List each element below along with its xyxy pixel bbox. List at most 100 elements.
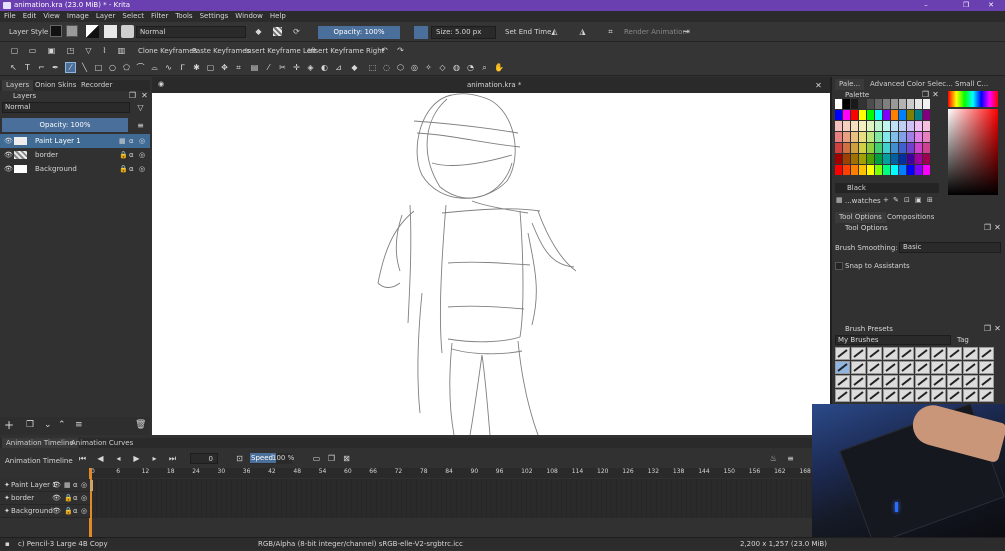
palette-grid[interactable] [835,99,935,183]
new-document-icon[interactable]: ▢ [10,46,19,55]
close-docker-icon[interactable]: ✕ [993,324,1002,333]
palette-swatch[interactable] [891,110,898,120]
calligraphy-icon[interactable]: ✒ [51,63,60,72]
float-docker-icon[interactable]: ❐ [128,91,137,100]
palette-swatch[interactable] [859,99,866,109]
timeline-brush-icon[interactable]: ♨ [769,454,778,463]
bezier-tool-icon[interactable]: ⌓ [150,63,159,72]
next-keyframe-icon[interactable]: ▸ [150,454,159,463]
palette-swatch[interactable] [883,143,890,153]
palette-swatch[interactable] [843,154,850,164]
brush-preset[interactable] [835,347,850,360]
zoom-fit-icon[interactable]: ⊡ [235,454,244,463]
palette-swatch[interactable] [915,165,922,175]
rect-select-icon[interactable]: ⬚ [368,63,377,72]
palette-swatch[interactable] [843,99,850,109]
menu-image[interactable]: Image [67,12,89,20]
palette-swatch[interactable] [835,165,842,175]
brush-preset[interactable] [915,347,930,360]
palette-swatch[interactable] [835,99,842,109]
alpha-icon[interactable]: α [129,148,134,162]
brush-preset[interactable] [947,389,962,402]
tag-label[interactable]: Tag [957,336,969,344]
palette-swatch[interactable] [875,143,882,153]
onion-icon[interactable]: ◎ [81,492,87,505]
menu-edit[interactable]: Edit [23,12,37,20]
palette-swatch[interactable] [859,165,866,175]
tab-tool-options[interactable]: Tool Options [835,212,886,223]
palette-swatch[interactable] [851,121,858,131]
brush-preset[interactable] [899,347,914,360]
brush-preset[interactable] [899,375,914,388]
palette-swatch[interactable] [851,143,858,153]
drawing-canvas[interactable] [152,93,830,436]
freehand-path-icon[interactable]: ∿ [164,63,173,72]
palette-swatch[interactable] [899,165,906,175]
close-docker-icon[interactable]: ✕ [931,90,940,99]
brush-preset[interactable] [835,389,850,402]
palette-swatch[interactable] [859,154,866,164]
palette-swatch[interactable] [883,132,890,142]
brush-preset[interactable] [979,347,994,360]
brush-preset[interactable] [835,375,850,388]
brush-preset[interactable] [963,347,978,360]
palette-swatch[interactable] [923,121,930,131]
alpha-icon[interactable]: α [73,479,78,492]
current-brush[interactable]: c) Pencil-3 Large 4B Copy [18,538,108,551]
prev-frame-icon[interactable]: ◀ [96,454,105,463]
brush-preset[interactable] [899,361,914,374]
timeline-menu-icon[interactable]: ≡ [786,454,795,463]
onion-skin-icon[interactable]: ❐ [327,454,336,463]
palette-swatch[interactable] [907,132,914,142]
fill-tool-icon[interactable]: ◈ [306,63,315,72]
palette-swatch[interactable] [875,165,882,175]
palette-swatch[interactable] [859,110,866,120]
onion-icon[interactable]: ◎ [139,162,145,176]
brush-preset[interactable] [915,389,930,402]
brush-size-slider[interactable]: Size: 5.00 px [431,26,496,39]
brush-preset[interactable] [915,361,930,374]
brush-preset[interactable] [963,375,978,388]
palette-swatch[interactable] [899,143,906,153]
frame-spinbox[interactable]: 0 [190,453,218,464]
palette-swatch[interactable] [899,121,906,131]
tab-animation-curves[interactable]: Animation Curves [67,438,137,448]
menu-window[interactable]: Window [235,12,263,20]
edit-shapes-icon[interactable]: ⌐ [37,63,46,72]
pan-tool-icon[interactable]: ✋ [494,63,504,72]
open-folder-icon[interactable]: ▭ [28,46,37,55]
palette-swatch[interactable] [843,132,850,142]
palette-swatch[interactable] [851,110,858,120]
magnetic-select-icon[interactable]: ◔ [466,63,475,72]
brush-preset[interactable] [979,375,994,388]
menu-view[interactable]: View [43,12,60,20]
text-tool-icon[interactable]: T [23,63,32,72]
palette-swatch[interactable] [867,132,874,142]
brush-preset[interactable] [979,361,994,374]
palette-swatch[interactable] [923,143,930,153]
eye-icon[interactable]: 👁 [4,134,13,148]
multibrush-icon[interactable]: ✱ [192,63,201,72]
alpha-icon[interactable]: α [73,505,78,518]
brush-preset[interactable] [947,347,962,360]
brush-preset[interactable] [883,375,898,388]
palette-swatch[interactable] [915,143,922,153]
audio-icon[interactable]: ⊠ [342,454,351,463]
palette-swatch[interactable] [899,99,906,109]
minimize-button[interactable]: – [912,0,940,11]
reference-tool-icon[interactable]: ◆ [350,63,359,72]
smart-patch-icon[interactable]: ✂ [278,63,287,72]
menu-filter[interactable]: Filter [151,12,168,20]
insert-keyframe-left-button[interactable]: Insert Keyframe Left [245,47,316,55]
palette-swatch[interactable] [891,154,898,164]
lock-icon[interactable]: 🔒 [119,148,128,162]
brush-preset[interactable] [899,389,914,402]
palette-swatch[interactable] [899,132,906,142]
small-color-selector[interactable] [945,89,1003,197]
trash-icon[interactable]: ▥ [117,46,126,55]
alpha-icon[interactable]: α [73,492,78,505]
palette-swatch[interactable] [875,154,882,164]
swap-colors-icon[interactable] [86,25,99,38]
tab-compositions[interactable]: Compositions [883,212,938,223]
lock-icon[interactable]: 🔒 [64,492,73,505]
